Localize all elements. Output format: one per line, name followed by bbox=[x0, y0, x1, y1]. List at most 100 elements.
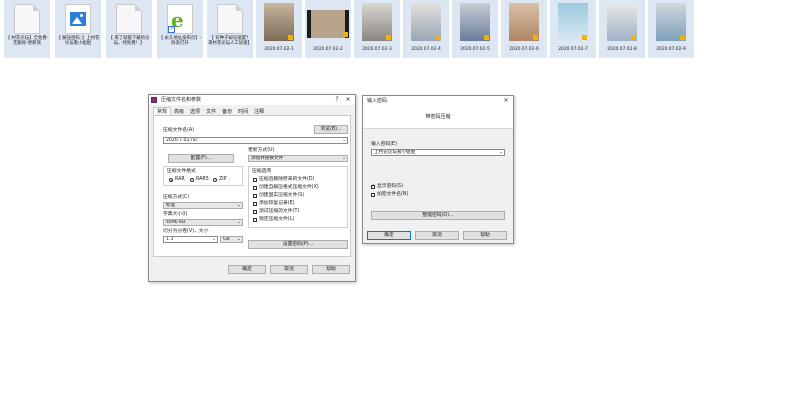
video-file-2[interactable]: 2020.07.02-2 bbox=[305, 0, 351, 58]
option-solid-checkbox[interactable] bbox=[253, 194, 257, 198]
file-label: 2020.07.02-2 bbox=[313, 47, 343, 52]
archive-options-label: 压缩选项 bbox=[252, 169, 272, 174]
file-label: 2020.07.02-5 bbox=[460, 47, 490, 52]
option-lock-label: 锁定压缩文件(L) bbox=[259, 217, 295, 222]
video-thumbnail-icon bbox=[307, 10, 349, 38]
desktop-file-3[interactable]: 【 来了就能下载的论坛，纯免费！】 bbox=[106, 0, 152, 58]
update-mode-select[interactable]: 添加并替换文件 ⌄ bbox=[248, 155, 348, 162]
video-thumbnail-icon bbox=[362, 3, 392, 41]
desktop-file-4[interactable]: e ↗ 【 永久地址发布页】-防丢打开 bbox=[157, 0, 203, 58]
video-file-3[interactable]: 2020.07.02-3 bbox=[354, 0, 400, 58]
file-label: 【 来了就能下载的论坛，纯免费！】 bbox=[108, 36, 150, 47]
close-icon[interactable]: ✕ bbox=[343, 95, 353, 105]
close-icon[interactable]: ✕ bbox=[501, 96, 511, 106]
option-delete-after-checkbox[interactable] bbox=[253, 178, 257, 182]
help-icon[interactable]: ? bbox=[332, 95, 342, 105]
chevron-down-icon: ⌄ bbox=[237, 237, 241, 242]
archive-name-input[interactable]: 2020.7.02.rar ⌄ bbox=[163, 137, 348, 144]
show-password-checkbox[interactable] bbox=[371, 183, 375, 189]
general-tab-panel: 压缩文件名(A) 浏览(B)... 2020.7.02.rar ⌄ 配置(F).… bbox=[153, 115, 351, 257]
desktop-file-5[interactable]: 【 有种子却没速度？来村花论坛人工加速】 bbox=[207, 0, 253, 58]
format-rar5-radio[interactable] bbox=[190, 178, 194, 182]
option-delete-after-label: 压缩后删除原来的文件(D) bbox=[259, 177, 315, 182]
file-label: 2020.07.02-7 bbox=[558, 47, 588, 52]
compression-method-select[interactable]: 标准 ⌄ bbox=[163, 202, 243, 209]
video-thumbnail-icon bbox=[607, 3, 637, 41]
split-unit-select[interactable]: GB ⌄ bbox=[220, 236, 243, 243]
chevron-down-icon[interactable]: ⌄ bbox=[342, 138, 346, 143]
document-icon bbox=[116, 4, 142, 34]
video-file-7[interactable]: 2020.07.02-7 bbox=[550, 0, 596, 58]
encrypt-names-label: 加密文件名(N) bbox=[377, 192, 409, 197]
password-help-button[interactable]: 帮助 bbox=[463, 231, 507, 240]
profiles-button[interactable]: 配置(F)... bbox=[168, 154, 234, 163]
browse-button[interactable]: 浏览(B)... bbox=[314, 125, 348, 134]
archive-dialog-titlebar[interactable]: 压缩文件名和参数 ? ✕ bbox=[149, 95, 355, 105]
file-label: 2020.07.02-9 bbox=[656, 47, 686, 52]
file-label: 【 村花论坛】全免费-无删除-更新快 bbox=[5, 36, 49, 47]
format-zip-radio[interactable] bbox=[213, 178, 217, 182]
archive-dialog: 压缩文件名和参数 ? ✕ 常规 高级 选项 文件 备份 时间 注释 压缩文件名(A) 浏览(… bbox=[148, 94, 356, 282]
option-recovery-checkbox[interactable] bbox=[253, 202, 257, 206]
update-mode-label: 更新方式(U) bbox=[248, 148, 275, 153]
video-thumbnail-icon bbox=[558, 3, 588, 41]
set-password-button[interactable]: 设置密码(P)... bbox=[248, 240, 348, 249]
video-file-1[interactable]: 2020.07.02-1 bbox=[256, 0, 302, 58]
option-sfx-checkbox[interactable] bbox=[253, 186, 257, 190]
organize-passwords-button[interactable]: 整理密码(O)... bbox=[371, 211, 505, 220]
archive-format-label: 压缩文件格式 bbox=[167, 169, 196, 174]
password-dialog-title: 输入密码 bbox=[367, 98, 388, 104]
help-button[interactable]: 帮助 bbox=[312, 265, 350, 274]
password-dialog-titlebar[interactable]: 输入密码 ✕ bbox=[363, 96, 513, 106]
internet-shortcut-icon: e ↗ bbox=[167, 4, 193, 34]
password-value: 上村花论坛看小姐姐 bbox=[374, 150, 416, 155]
video-file-5[interactable]: 2020.07.02-5 bbox=[452, 0, 498, 58]
desktop-file-2[interactable]: 【 解压密码：】上村花论坛看小姐姐 bbox=[55, 0, 101, 58]
file-label: 2020.07.02-4 bbox=[411, 47, 441, 52]
format-zip-label: ZIP bbox=[219, 177, 227, 182]
split-size-input[interactable]: 1.3 ⌄ bbox=[163, 236, 218, 243]
desktop-file-1[interactable]: 【 村花论坛】全免费-无删除-更新快 bbox=[4, 0, 50, 58]
dictionary-size-value: 4096 KB bbox=[166, 220, 186, 225]
password-dialog-heading: 带密码压缩 bbox=[363, 106, 513, 129]
password-ok-button[interactable]: 确定 bbox=[367, 231, 411, 240]
ok-button[interactable]: 确定 bbox=[228, 265, 266, 274]
password-cancel-button[interactable]: 取消 bbox=[415, 231, 459, 240]
format-rar-radio[interactable] bbox=[169, 178, 173, 182]
option-lock-checkbox[interactable] bbox=[253, 218, 257, 222]
video-file-4[interactable]: 2020.07.02-4 bbox=[403, 0, 449, 58]
video-thumbnail-icon bbox=[656, 3, 686, 41]
option-recovery-label: 添加恢复记录(E) bbox=[259, 201, 295, 206]
password-label: 输入密码(E) bbox=[371, 142, 397, 147]
video-thumbnail-icon bbox=[411, 3, 441, 41]
document-icon bbox=[14, 4, 40, 34]
archive-name-label: 压缩文件名(A) bbox=[163, 128, 195, 133]
chevron-down-icon[interactable]: ⌄ bbox=[499, 150, 503, 155]
option-solid-label: 创建固实压缩文件(S) bbox=[259, 193, 305, 198]
update-mode-value: 添加并替换文件 bbox=[251, 156, 284, 161]
image-file-icon bbox=[65, 4, 91, 34]
split-unit-value: GB bbox=[223, 237, 230, 242]
file-label: 【 永久地址发布页】-防丢打开 bbox=[158, 36, 202, 47]
password-dialog: 输入密码 ✕ 带密码压缩 输入密码(E) 上村花论坛看小姐姐 ⌄ 显示密码(S)… bbox=[362, 95, 514, 244]
chevron-down-icon[interactable]: ⌄ bbox=[212, 237, 216, 242]
video-file-9[interactable]: 2020.07.02-9 bbox=[648, 0, 694, 58]
format-rar-label: RAR bbox=[175, 177, 185, 182]
video-thumbnail-icon bbox=[264, 3, 294, 41]
password-input[interactable]: 上村花论坛看小姐姐 ⌄ bbox=[371, 149, 505, 156]
dictionary-size-select[interactable]: 4096 KB ⌄ bbox=[163, 219, 243, 226]
video-file-8[interactable]: 2020.07.02-8 bbox=[599, 0, 645, 58]
split-volumes-label: 切分为分卷(V)，大小 bbox=[163, 229, 209, 234]
document-icon bbox=[217, 4, 243, 34]
archive-dialog-title: 压缩文件名和参数 bbox=[161, 97, 202, 103]
cancel-button[interactable]: 取消 bbox=[270, 265, 308, 274]
file-label: 2020.07.02-6 bbox=[509, 47, 539, 52]
file-label: 【 解压密码：】上村花论坛看小姐姐 bbox=[56, 36, 100, 47]
option-test-checkbox[interactable] bbox=[253, 210, 257, 214]
chevron-down-icon: ⌄ bbox=[237, 203, 241, 208]
encrypt-names-checkbox[interactable] bbox=[371, 193, 375, 197]
show-password-label: 显示密码(S) bbox=[377, 184, 403, 189]
file-label: 2020.07.02-1 bbox=[264, 47, 294, 52]
video-file-6[interactable]: 2020.07.02-6 bbox=[501, 0, 547, 58]
archive-name-value: 2020.7.02.rar bbox=[166, 138, 198, 143]
